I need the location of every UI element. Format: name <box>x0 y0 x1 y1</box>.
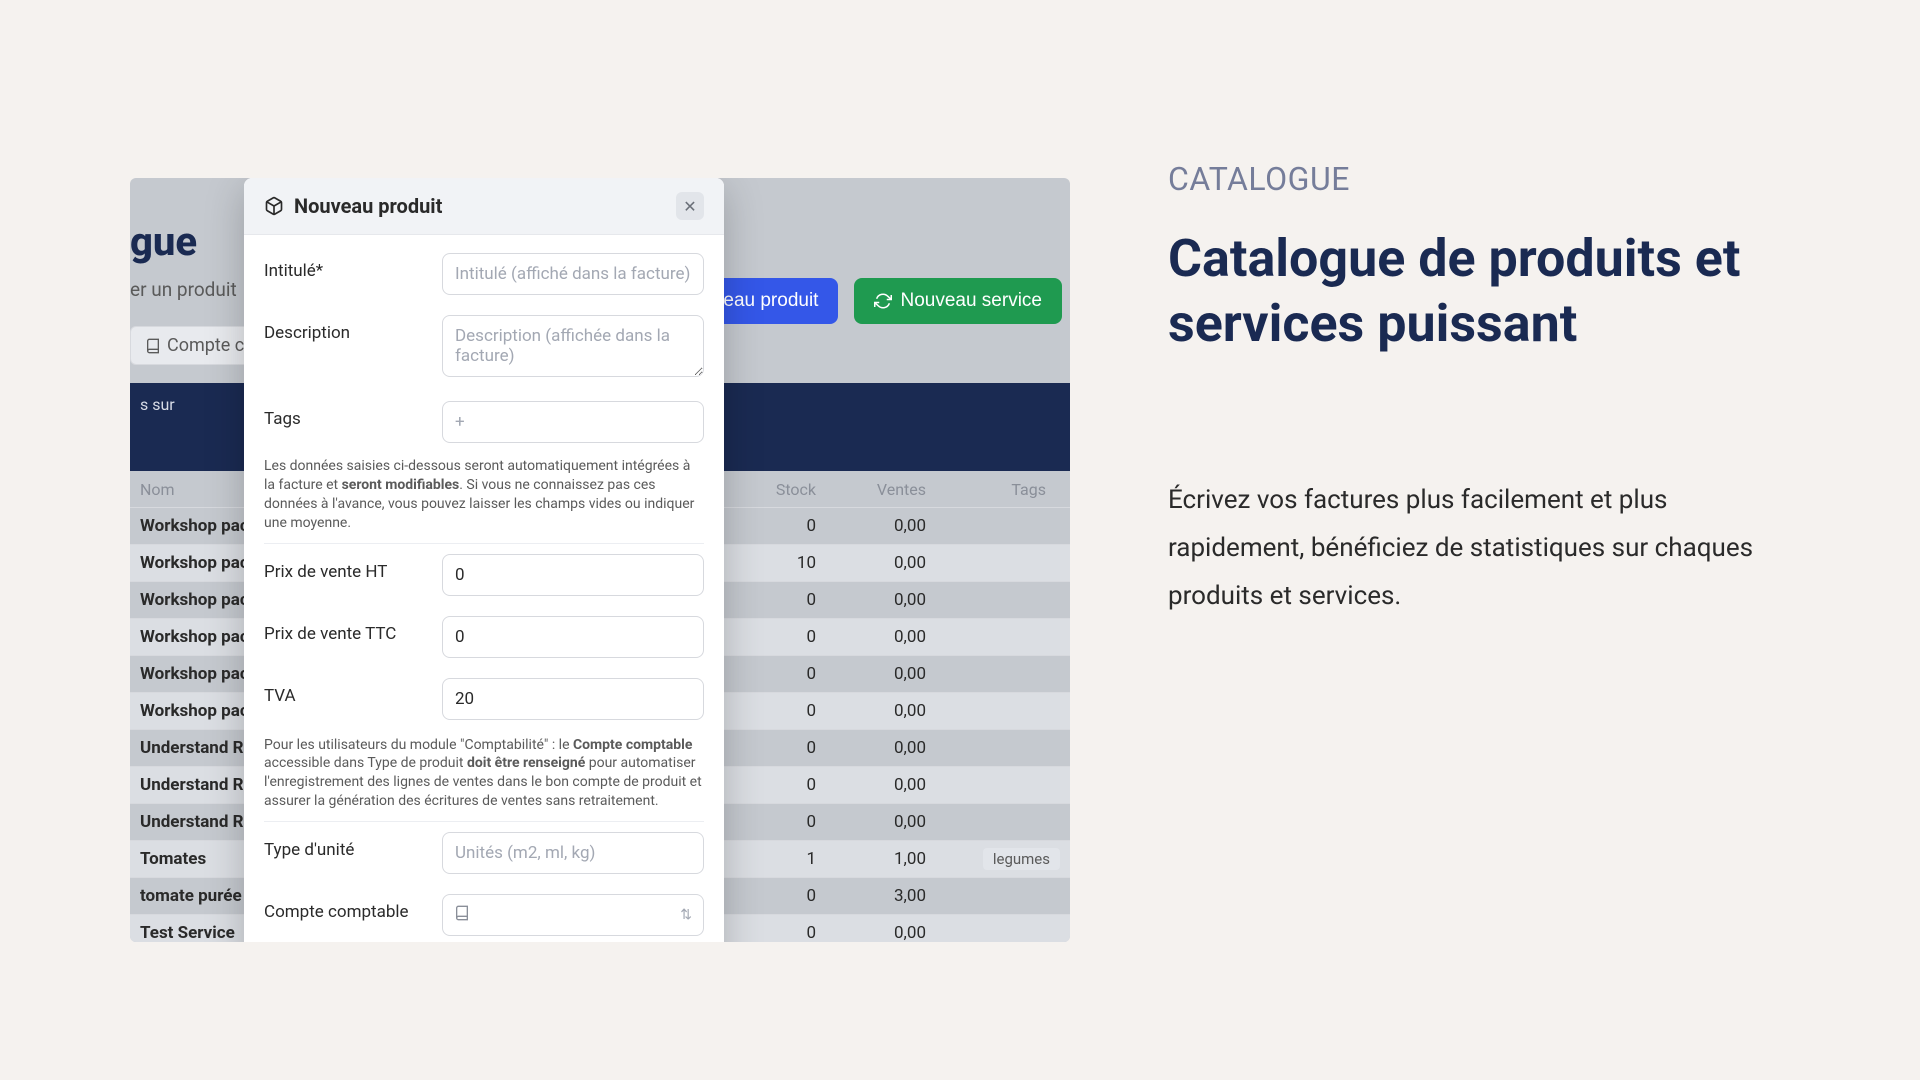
row-tva: TVA <box>264 668 704 730</box>
prix-ttc-input[interactable] <box>442 616 704 658</box>
book-icon <box>454 905 470 925</box>
cell-ventes: 0,00 <box>830 923 940 942</box>
modal-header: Nouveau produit ✕ <box>244 178 724 235</box>
col-stock: Stock <box>720 480 830 499</box>
close-icon: ✕ <box>683 197 696 216</box>
description-input[interactable] <box>442 315 704 377</box>
prix-ht-input[interactable] <box>442 554 704 596</box>
form-hint-2: Pour les utilisateurs du module "Comptab… <box>264 730 704 823</box>
label-intitule: Intitulé* <box>264 253 424 281</box>
marketing-column: CATALOGUE Catalogue de produits et servi… <box>1168 160 1768 620</box>
modal-form: Intitulé* Description Tags + Les données… <box>244 235 724 942</box>
row-description: Description <box>264 305 704 391</box>
label-description: Description <box>264 315 424 343</box>
label-prix-ht: Prix de vente HT <box>264 554 424 582</box>
tags-input[interactable]: + <box>442 401 704 443</box>
cell-stock: 0 <box>720 923 830 942</box>
new-service-button[interactable]: Nouveau service <box>854 278 1062 324</box>
cell-ventes: 0,00 <box>830 553 940 573</box>
cell-stock: 0 <box>720 627 830 647</box>
cell-stock: 0 <box>720 886 830 906</box>
cell-tags: legumes <box>940 849 1060 869</box>
col-ventes: Ventes <box>830 480 940 499</box>
row-intitule: Intitulé* <box>264 243 704 305</box>
cell-ventes: 1,00 <box>830 849 940 869</box>
label-compte: Compte comptable <box>264 894 424 922</box>
button-label: Nouveau service <box>900 290 1042 312</box>
tva-input[interactable] <box>442 678 704 720</box>
cell-stock: 0 <box>720 590 830 610</box>
cell-ventes: 0,00 <box>830 775 940 795</box>
page-subtitle: er un produit <box>130 278 237 301</box>
modal-title-wrap: Nouveau produit <box>264 194 442 218</box>
type-unite-input[interactable] <box>442 832 704 874</box>
cell-ventes: 0,00 <box>830 812 940 832</box>
cell-ventes: 0,00 <box>830 590 940 610</box>
compte-select[interactable] <box>442 894 704 936</box>
cell-stock: 0 <box>720 664 830 684</box>
close-button[interactable]: ✕ <box>676 192 704 220</box>
modal-title: Nouveau produit <box>294 194 442 218</box>
refresh-icon <box>874 292 892 310</box>
app-screenshot: gue er un produit Compte com Nouveau pro… <box>130 178 1070 942</box>
row-type-unite: Type d'unité <box>264 822 704 884</box>
cell-stock: 0 <box>720 516 830 536</box>
cell-ventes: 0,00 <box>830 627 940 647</box>
label-prix-ttc: Prix de vente TTC <box>264 616 424 644</box>
intitule-input[interactable] <box>442 253 704 295</box>
cell-stock: 1 <box>720 849 830 869</box>
marketing-body: Écrivez vos factures plus facilement et … <box>1168 476 1768 620</box>
cell-stock: 10 <box>720 553 830 573</box>
cell-ventes: 0,00 <box>830 701 940 721</box>
row-prix-ht: Prix de vente HT <box>264 544 704 606</box>
cell-stock: 0 <box>720 775 830 795</box>
cell-stock: 0 <box>720 812 830 832</box>
label-tags: Tags <box>264 401 424 429</box>
label-type-unite: Type d'unité <box>264 832 424 860</box>
form-hint-1: Les données saisies ci-dessous seront au… <box>264 453 704 544</box>
row-prix-ttc: Prix de vente TTC <box>264 606 704 668</box>
cell-ventes: 3,00 <box>830 886 940 906</box>
book-icon <box>145 338 161 354</box>
cell-ventes: 0,00 <box>830 664 940 684</box>
col-tags: Tags <box>940 480 1060 499</box>
banner-fragment: s sur <box>140 395 175 414</box>
marketing-title: Catalogue de produits et services puissa… <box>1168 226 1768 356</box>
cell-stock: 0 <box>720 701 830 721</box>
eyebrow-label: CATALOGUE <box>1168 160 1768 198</box>
cell-ventes: 0,00 <box>830 738 940 758</box>
page-title: gue <box>130 218 197 265</box>
cube-icon <box>264 196 284 216</box>
row-compte: Compte comptable ⇅ <box>264 884 704 942</box>
row-tags: Tags + <box>264 391 704 453</box>
cell-ventes: 0,00 <box>830 516 940 536</box>
cell-stock: 0 <box>720 738 830 758</box>
new-product-modal: Nouveau produit ✕ Intitulé* Description … <box>244 178 724 942</box>
label-tva: TVA <box>264 678 424 706</box>
